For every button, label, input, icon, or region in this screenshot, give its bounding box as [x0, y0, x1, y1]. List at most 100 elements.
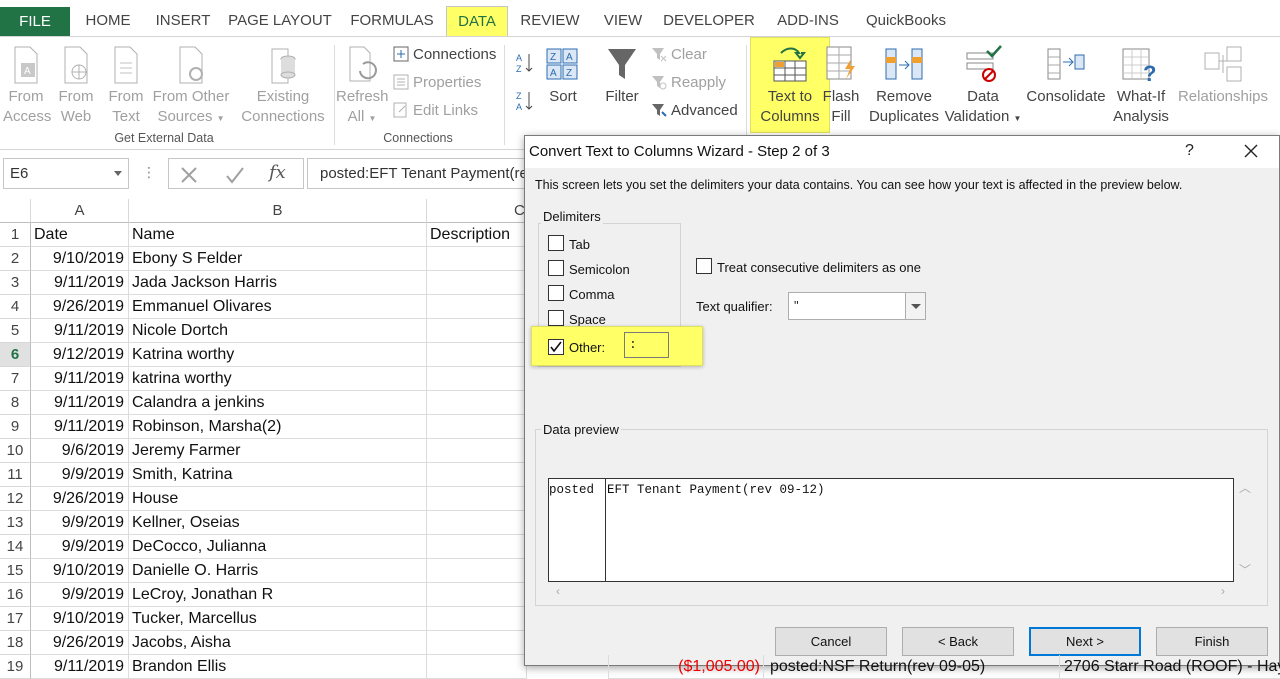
description-cell[interactable] — [427, 439, 527, 463]
description-cell[interactable] — [427, 535, 527, 559]
column-header-b[interactable]: B — [129, 199, 427, 223]
date-cell[interactable]: 9/12/2019 — [31, 343, 129, 367]
name-cell[interactable]: Tucker, Marcellus — [129, 607, 427, 631]
from-other-sources-button[interactable]: From Other Sources ▼ — [152, 45, 230, 129]
row-header[interactable]: 4 — [0, 295, 31, 319]
select-all-corner[interactable] — [0, 199, 31, 223]
row-header[interactable]: 14 — [0, 535, 31, 559]
description-cell[interactable] — [427, 319, 527, 343]
sort-az-button[interactable]: AZ — [515, 51, 535, 75]
description-cell[interactable] — [427, 367, 527, 391]
filter-button[interactable]: Filter — [600, 45, 644, 107]
name-cell[interactable]: Robinson, Marsha(2) — [129, 415, 427, 439]
finish-button[interactable]: Finish — [1156, 627, 1268, 656]
name-cell[interactable]: Kellner, Oseias — [129, 511, 427, 535]
tab-label[interactable]: Tab — [569, 237, 590, 252]
connections-button[interactable]: Connections — [393, 43, 496, 67]
row-header[interactable]: 18 — [0, 631, 31, 655]
date-cell[interactable]: 9/26/2019 — [31, 295, 129, 319]
description-cell[interactable] — [427, 655, 527, 679]
date-cell[interactable]: 9/9/2019 — [31, 583, 129, 607]
row-header[interactable]: 3 — [0, 271, 31, 295]
row-header[interactable]: 12 — [0, 487, 31, 511]
cancel-entry-icon[interactable] — [179, 165, 199, 185]
data-validation-button[interactable]: Data Validation ▼ — [944, 45, 1022, 129]
date-cell[interactable]: 9/9/2019 — [31, 535, 129, 559]
from-access-button[interactable]: A From Access — [3, 45, 51, 127]
insert-function-icon[interactable]: fx — [269, 162, 286, 183]
name-cell[interactable]: Nicole Dortch — [129, 319, 427, 343]
description-cell[interactable] — [427, 631, 527, 655]
name-cell[interactable]: Calandra a jenkins — [129, 391, 427, 415]
date-cell[interactable]: 9/6/2019 — [31, 439, 129, 463]
cancel-button[interactable]: Cancel — [775, 627, 887, 656]
row-header[interactable]: 10 — [0, 439, 31, 463]
row-header[interactable]: 8 — [0, 391, 31, 415]
scroll-up-icon[interactable]: ︿ — [1239, 482, 1251, 494]
date-cell[interactable]: 9/11/2019 — [31, 367, 129, 391]
name-cell[interactable]: Katrina worthy — [129, 343, 427, 367]
name-box-dropdown-icon[interactable] — [114, 171, 122, 176]
confirm-entry-icon[interactable] — [225, 165, 245, 185]
name-cell[interactable]: Jacobs, Aisha — [129, 631, 427, 655]
description-cell[interactable] — [427, 295, 527, 319]
sort-button[interactable]: Z A A Z Sort — [542, 45, 584, 107]
tab-data[interactable]: DATA — [446, 6, 508, 36]
consolidate-button[interactable]: Consolidate — [1024, 45, 1108, 107]
row-header[interactable]: 7 — [0, 367, 31, 391]
name-cell[interactable]: Danielle O. Harris — [129, 559, 427, 583]
date-cell[interactable]: 9/9/2019 — [31, 463, 129, 487]
row-header[interactable]: 17 — [0, 607, 31, 631]
tab-file[interactable]: FILE — [0, 7, 70, 36]
chevron-down-icon[interactable] — [905, 293, 925, 319]
reapply-button[interactable]: Reapply — [651, 71, 726, 95]
flash-fill-button[interactable]: Flash Fill — [820, 45, 862, 127]
tab-add-ins[interactable]: ADD-INS — [770, 6, 846, 36]
from-text-button[interactable]: From Text — [105, 45, 147, 127]
consecutive-delimiters-checkbox[interactable] — [696, 258, 712, 274]
properties-button[interactable]: Properties — [393, 71, 481, 95]
description-cell[interactable] — [427, 607, 527, 631]
what-if-analysis-button[interactable]: ? What-If Analysis ▼ — [1110, 45, 1172, 149]
date-cell[interactable]: 9/9/2019 — [31, 511, 129, 535]
description-cell[interactable] — [427, 343, 527, 367]
edit-links-button[interactable]: Edit Links — [393, 99, 478, 123]
tab-quickbooks[interactable]: QuickBooks — [862, 6, 950, 36]
row-header[interactable]: 9 — [0, 415, 31, 439]
tab-checkbox[interactable] — [548, 235, 564, 251]
name-cell[interactable]: Jeremy Farmer — [129, 439, 427, 463]
row-header[interactable]: 6 — [0, 343, 31, 367]
date-cell[interactable]: 9/26/2019 — [31, 631, 129, 655]
text-to-columns-button[interactable]: Text to Columns — [752, 45, 828, 127]
description-cell[interactable] — [427, 583, 527, 607]
name-cell[interactable]: DeCocco, Julianna — [129, 535, 427, 559]
semicolon-checkbox[interactable] — [548, 260, 564, 276]
back-button[interactable]: < Back — [902, 627, 1014, 656]
date-cell[interactable]: 9/26/2019 — [31, 487, 129, 511]
space-label[interactable]: Space — [569, 312, 606, 327]
scroll-right-icon[interactable]: › — [1217, 585, 1229, 597]
refresh-all-button[interactable]: Refresh All ▼ — [336, 45, 389, 129]
date-cell[interactable]: 9/11/2019 — [31, 655, 129, 679]
advanced-button[interactable]: Advanced — [651, 99, 738, 123]
header-name-cell[interactable]: Name — [129, 223, 427, 247]
from-web-button[interactable]: From Web — [55, 45, 97, 127]
close-icon[interactable] — [1239, 139, 1263, 163]
date-cell[interactable]: 9/10/2019 — [31, 247, 129, 271]
help-button[interactable]: ? — [1185, 142, 1194, 160]
tab-developer[interactable]: DEVELOPER — [663, 6, 755, 36]
name-cell[interactable]: Ebony S Felder — [129, 247, 427, 271]
tab-view[interactable]: VIEW — [598, 6, 648, 36]
clear-button[interactable]: Clear — [651, 43, 707, 67]
sort-za-button[interactable]: ZA — [515, 89, 535, 113]
header-description-cell[interactable]: Description — [427, 223, 527, 247]
date-cell[interactable]: 9/11/2019 — [31, 319, 129, 343]
row-header[interactable]: 13 — [0, 511, 31, 535]
space-checkbox[interactable] — [548, 310, 564, 326]
description-cell[interactable] — [427, 271, 527, 295]
date-cell[interactable]: 9/11/2019 — [31, 391, 129, 415]
row-header[interactable]: 16 — [0, 583, 31, 607]
data-preview-pane[interactable]: posted EFT Tenant Payment(rev 09-12) — [548, 478, 1234, 582]
description-cell[interactable] — [427, 487, 527, 511]
name-cell[interactable]: Smith, Katrina — [129, 463, 427, 487]
